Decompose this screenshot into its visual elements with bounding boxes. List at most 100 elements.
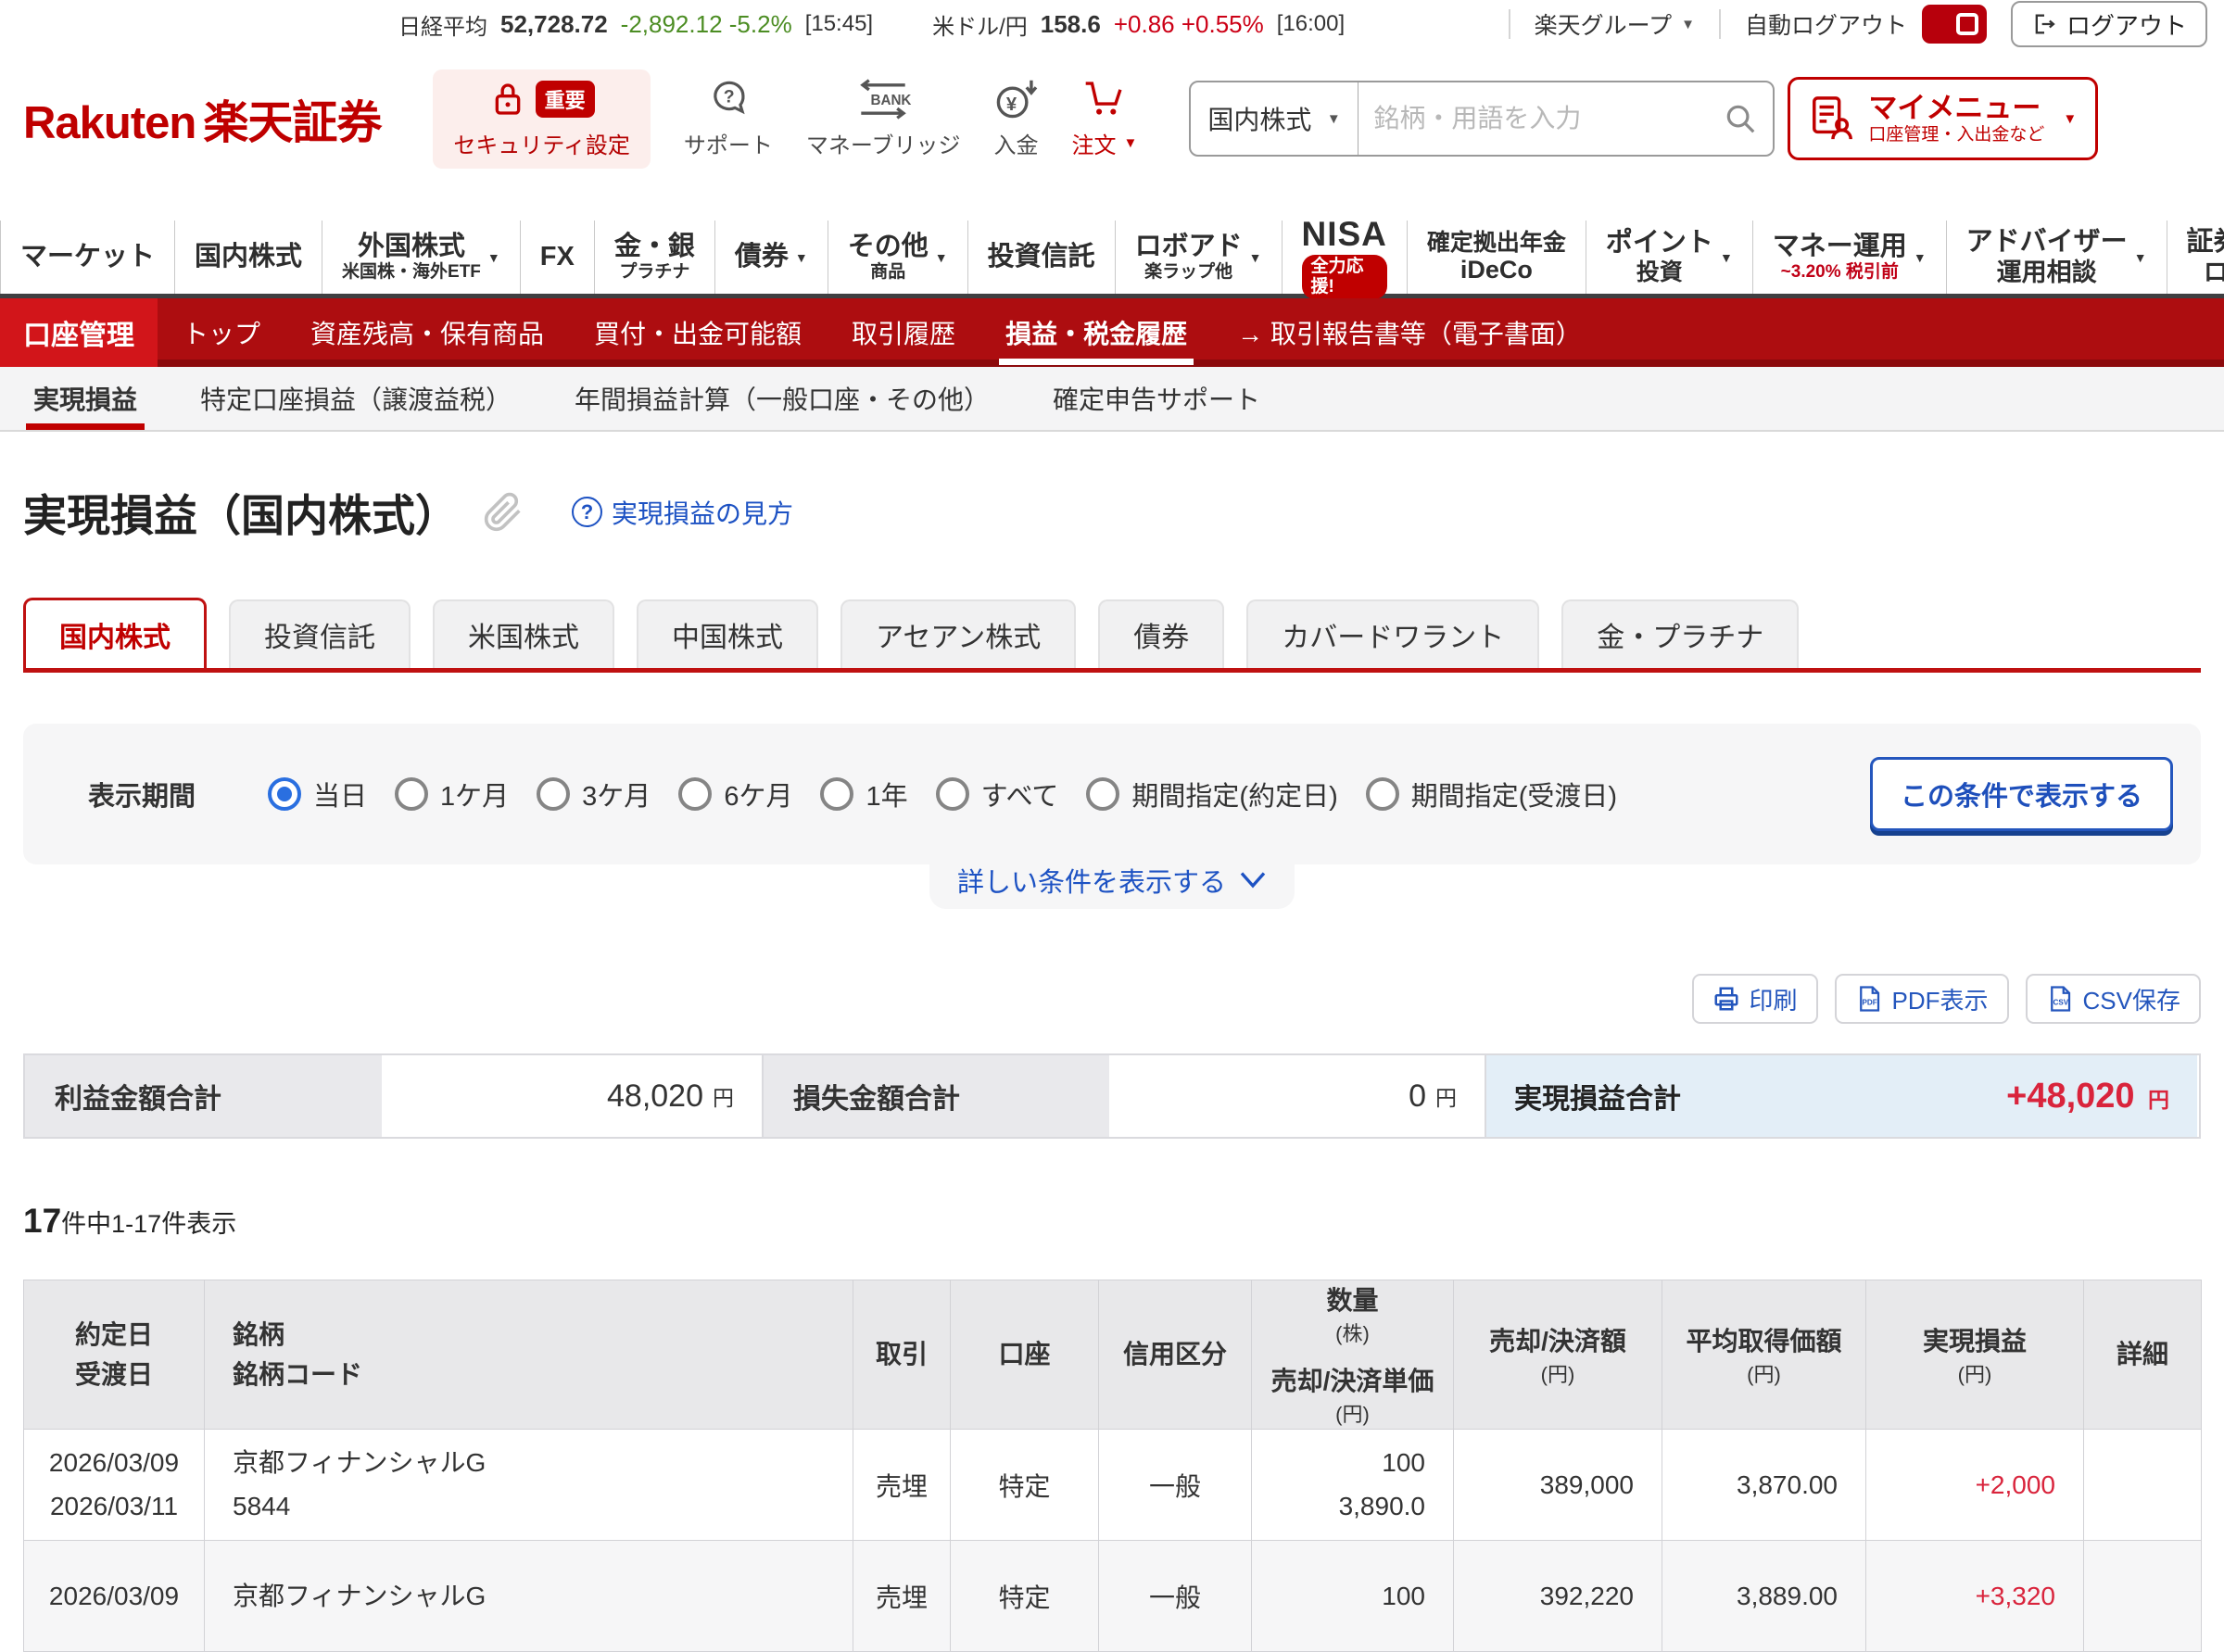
stock-code: 5844: [233, 1491, 291, 1520]
nav-sublabel: プラチナ: [619, 262, 690, 283]
rednav-item-withdrawable[interactable]: 買付・出金可能額: [569, 298, 827, 367]
apply-filter-button[interactable]: この条件で表示する: [1869, 757, 2173, 831]
question-circle-icon: ?: [572, 497, 602, 527]
search-category-dropdown[interactable]: 国内株式 ▼: [1191, 100, 1357, 137]
nav-item-bonds[interactable]: 債券 ▼: [714, 221, 828, 294]
nav-item-securities-loan[interactable]: 証券担保 ローン: [2166, 221, 2224, 294]
radio-label: 当日: [313, 782, 368, 812]
period-option-range-settle-date[interactable]: 期間指定(受渡日): [1365, 775, 1618, 813]
tab-asean-stock[interactable]: アセアン株式: [840, 599, 1077, 668]
pdf-file-icon: PDF: [1855, 985, 1883, 1013]
subtab-tax-filing-support[interactable]: 確定申告サポート: [1045, 367, 1268, 430]
print-button[interactable]: 印刷: [1691, 974, 1818, 1024]
radio-selected-icon: [268, 777, 302, 811]
stock-name: 京都フィナンシャルG: [233, 1448, 486, 1478]
rakuten-group-menu[interactable]: 楽天グループ ▼: [1535, 7, 1695, 41]
nav-item-gold-platinum[interactable]: 金・銀 プラチナ: [593, 221, 714, 294]
csv-save-button[interactable]: CSV CSV保存: [2025, 974, 2201, 1024]
radio-label: すべて: [980, 782, 1059, 812]
usdjpy-value: 158.6: [1040, 9, 1101, 38]
nav-item-foreign-stock[interactable]: 外国株式 米国株・海外ETF ▼: [322, 221, 520, 294]
account-management-section[interactable]: 口座管理: [0, 298, 158, 367]
paperclip-icon[interactable]: [483, 492, 524, 533]
table-row[interactable]: 2026/03/09 京都フィナンシャルG 売埋 特定 一般 100 392,2…: [23, 1540, 2202, 1652]
usdjpy-label: 米ドル/円: [932, 14, 1028, 40]
nav-item-roboadvisor[interactable]: ロボアド 楽ラップ他 ▼: [1114, 221, 1282, 294]
tab-investment-trust[interactable]: 投資信託: [229, 599, 411, 668]
quantity: 100: [1382, 1581, 1425, 1610]
subtab-annual-pnl[interactable]: 年間損益計算（一般口座・その他）: [567, 367, 997, 430]
rednav-item-balance[interactable]: 資産残高・保有商品: [285, 298, 569, 367]
asset-class-tabs: 国内株式 投資信託 米国株式 中国株式 アセアン株式 債券 カバードワラント 金…: [23, 598, 2201, 673]
col-account-type: 口座: [950, 1279, 1099, 1431]
nav-item-point-investment[interactable]: ポイント 投資 ▼: [1585, 221, 1752, 294]
nav-item-ideco[interactable]: 確定拠出年金 iDeCo: [1406, 221, 1586, 294]
toggle-knob-icon: [1955, 13, 1978, 35]
detail-cell: [2083, 1429, 2202, 1542]
nav-sublabel: 米国株・海外ETF: [342, 262, 481, 283]
table-row[interactable]: 2026/03/09 2026/03/11 京都フィナンシャルG 5844 売埋…: [23, 1429, 2202, 1542]
account-document-icon: [1809, 95, 1855, 143]
nav-item-investment-trust[interactable]: 投資信託: [967, 221, 1115, 294]
nav-item-fx[interactable]: FX: [519, 221, 594, 294]
date-cell: 2026/03/09 2026/03/11: [23, 1429, 205, 1542]
period-option-6months[interactable]: 6ケ月: [678, 775, 792, 813]
chevron-down-icon: ▼: [1913, 249, 1927, 265]
period-option-3months[interactable]: 3ケ月: [537, 775, 651, 813]
logout-button[interactable]: ログアウト: [2010, 1, 2207, 47]
nikkei-value: 52,728.72: [500, 9, 608, 38]
col-avg-acquisition: 平均取得価額 (円): [1662, 1279, 1866, 1431]
deposit-link[interactable]: ¥ 入金: [993, 69, 1038, 169]
period-option-range-trade-date[interactable]: 期間指定(約定日): [1086, 775, 1338, 813]
lock-icon: [489, 79, 526, 120]
nav-item-other-products[interactable]: その他 商品 ▼: [827, 221, 967, 294]
trade-type: 売埋: [853, 1540, 951, 1652]
tab-china-stock[interactable]: 中国株式: [637, 599, 818, 668]
nav-item-market[interactable]: マーケット: [0, 221, 174, 294]
col-proceeds: 売却/決済額 (円): [1453, 1279, 1662, 1431]
nav-label: アドバイザー: [1965, 227, 2128, 258]
security-settings-link[interactable]: 重要 セキュリティ設定: [433, 69, 651, 169]
support-link[interactable]: ? サポート: [684, 69, 773, 169]
settlement-date: 2026/03/11: [49, 1491, 179, 1520]
subtab-specific-account-pnl[interactable]: 特定口座損益（譲渡益税）: [193, 367, 519, 430]
rednav-item-top[interactable]: トップ: [158, 298, 285, 367]
my-menu-subtitle: 口座管理・入出金など: [1868, 124, 2045, 145]
nav-item-money-management[interactable]: マネー運用 ~3.20% 税引前 ▼: [1751, 221, 1946, 294]
period-option-1year[interactable]: 1年: [820, 775, 908, 813]
radio-label: 3ケ月: [582, 782, 651, 812]
export-actions: 印刷 PDF PDF表示 CSV CSV保存: [23, 974, 2201, 1024]
tab-covered-warrant[interactable]: カバードワラント: [1246, 599, 1540, 668]
tab-domestic-stock[interactable]: 国内株式: [23, 598, 207, 668]
tab-gold-platinum[interactable]: 金・プラチナ: [1561, 599, 1800, 668]
search-input[interactable]: [1358, 104, 1724, 133]
csv-save-label: CSV保存: [2082, 986, 2180, 1015]
subtab-realized-pnl[interactable]: 実現損益: [26, 367, 145, 430]
my-menu-title: マイメニュー: [1868, 92, 2041, 125]
tab-us-stock[interactable]: 米国株式: [433, 599, 614, 668]
rednav-item-trade-reports[interactable]: → 取引報告書等（電子書面）: [1212, 298, 1607, 367]
nav-label: その他: [847, 231, 929, 261]
rednav-item-trade-history[interactable]: 取引履歴: [827, 298, 980, 367]
pdf-view-button[interactable]: PDF PDF表示: [1834, 974, 2009, 1024]
quantity-cell: 100 3,890.0: [1251, 1429, 1454, 1542]
money-bridge-link[interactable]: BANK マネーブリッジ: [806, 69, 960, 169]
pnl-help-link[interactable]: ? 実現損益の見方: [572, 494, 793, 531]
radio-icon: [395, 777, 429, 811]
nav-item-advisor[interactable]: アドバイザー 運用相談 ▼: [1945, 221, 2167, 294]
period-option-today[interactable]: 当日: [268, 775, 367, 813]
rednav-item-pnl-tax-history[interactable]: 損益・税金履歴: [980, 298, 1212, 367]
my-menu-button[interactable]: マイメニュー 口座管理・入出金など ▼: [1788, 77, 2099, 160]
period-option-all[interactable]: すべて: [935, 775, 1059, 813]
radio-label: 期間指定(受渡日): [1410, 782, 1618, 812]
period-option-1month[interactable]: 1ケ月: [395, 775, 509, 813]
show-detailed-conditions-toggle[interactable]: 詳しい条件を表示する: [929, 851, 1295, 909]
radio-label: 期間指定(約定日): [1131, 782, 1338, 812]
nav-item-nisa[interactable]: NISA 全力応援!: [1281, 215, 1407, 299]
nav-item-domestic-stock[interactable]: 国内株式: [174, 221, 322, 294]
auto-logout-toggle[interactable]: [1921, 5, 1987, 44]
rakuten-logo[interactable]: Rakuten 楽天証券: [23, 86, 382, 152]
order-link[interactable]: 注文 ▼: [1071, 69, 1137, 169]
tab-bonds[interactable]: 債券: [1098, 599, 1225, 668]
search-icon[interactable]: [1723, 101, 1758, 136]
